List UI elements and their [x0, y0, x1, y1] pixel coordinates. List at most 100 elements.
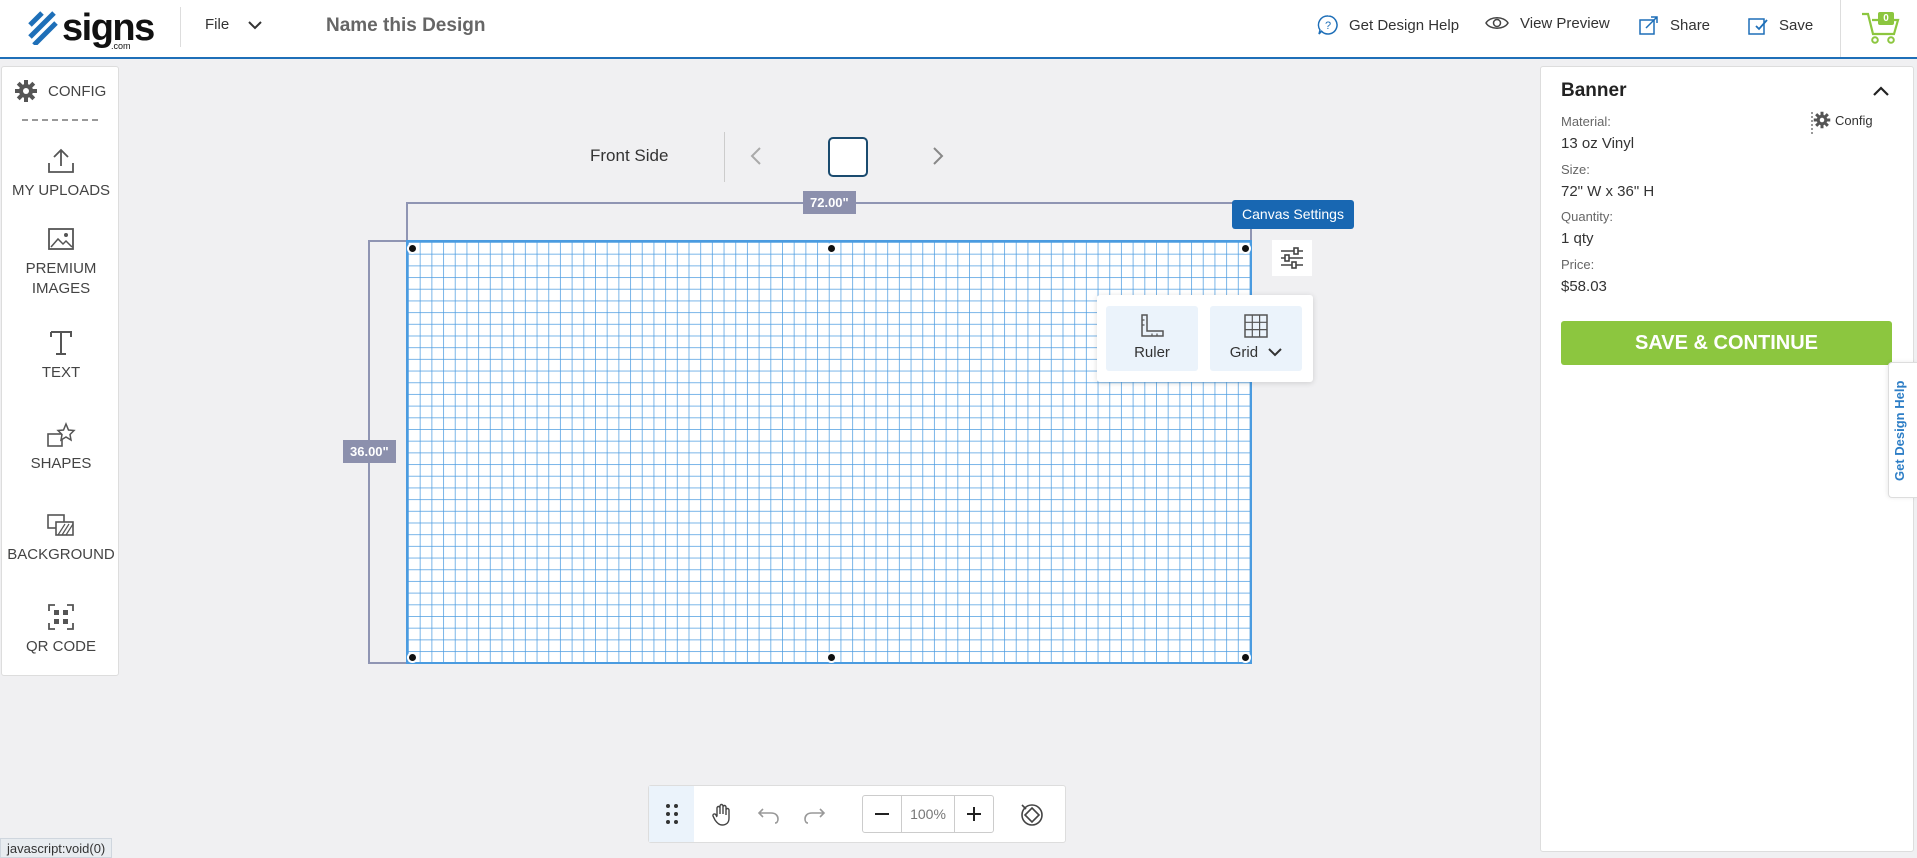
get-design-help-tab[interactable]: Get Design Help [1888, 362, 1917, 498]
redo-icon [804, 808, 826, 824]
save-and-continue-button[interactable]: SAVE & CONTINUE [1561, 321, 1892, 365]
sidebar-divider [22, 119, 98, 121]
height-dimension-tick [368, 662, 406, 664]
shapes-icon [47, 422, 76, 447]
sidebar-item-my-uploads[interactable]: MY UPLOADS [2, 147, 120, 201]
side-divider [724, 132, 725, 182]
product-panel: Banner Config Material: 13 oz Vinyl Size… [1540, 66, 1914, 852]
signs-logo-mark-icon [28, 11, 58, 45]
chevron-left-icon [750, 147, 761, 165]
gear-icon [15, 80, 37, 102]
file-menu[interactable]: File [205, 16, 263, 33]
cart-button[interactable]: 0 [1860, 8, 1902, 46]
pan-tool-button[interactable] [707, 800, 737, 830]
background-icon [47, 514, 74, 536]
eye-icon [1485, 17, 1509, 29]
grommet-marker [409, 654, 416, 661]
grommet-marker [828, 245, 835, 252]
chevron-down-icon [248, 20, 262, 29]
sidebar-item-label: TEXT [41, 364, 81, 381]
sidebar-item-premium-images[interactable]: PREMIUM IMAGES [2, 227, 120, 299]
share-label: Share [1670, 16, 1711, 34]
grid-icon [1244, 314, 1268, 338]
canvas-settings-popup: Ruler Grid [1097, 295, 1313, 382]
canvas-settings-button[interactable]: Canvas Settings [1232, 200, 1354, 229]
image-icon [48, 228, 74, 250]
help-icon: ? [1317, 15, 1338, 35]
grid-label: Grid [1229, 344, 1259, 361]
sidebar-item-qr-code[interactable]: QR CODE [2, 603, 120, 657]
canvas-settings-toggle[interactable] [1272, 240, 1312, 276]
undo-button[interactable] [754, 800, 784, 830]
ruler-icon [1141, 314, 1164, 337]
grommet-marker [828, 654, 835, 661]
product-title: Banner [1561, 80, 1627, 101]
grommet-marker [409, 245, 416, 252]
material-value: 13 oz Vinyl [1561, 135, 1635, 152]
zoom-in-button[interactable] [955, 796, 993, 832]
drag-handle[interactable] [649, 786, 694, 842]
grommet-marker [1242, 245, 1249, 252]
top-header: signs .com File Name this Design ? Get D… [0, 0, 1917, 59]
plus-icon [967, 807, 981, 821]
sidebar-item-label: BACKGROUND [7, 546, 115, 563]
material-label: Material: [1561, 114, 1611, 129]
view-preview-button[interactable]: View Preview [1484, 14, 1610, 32]
get-design-help-button[interactable]: ? Get Design Help [1317, 14, 1459, 36]
chevron-right-icon [933, 147, 944, 165]
width-dimension-label: 72.00" [803, 191, 856, 214]
previous-side-button[interactable] [744, 142, 768, 170]
redo-button[interactable] [799, 800, 829, 830]
size-value: 72" W x 36" H [1561, 183, 1655, 200]
view-preview-label: View Preview [1520, 14, 1610, 32]
signs-logo[interactable]: signs .com [28, 7, 155, 51]
left-toolbar: CONFIG MY UPLOADS PREMIUM IMAGES TEXT SH… [1, 66, 119, 676]
zoom-level: 100% [901, 796, 955, 832]
undo-icon [757, 808, 779, 824]
status-bar: javascript:void(0) [0, 838, 113, 858]
sidebar-item-label: PREMIUM IMAGES [25, 260, 97, 297]
ruler-toggle[interactable]: Ruler [1106, 306, 1198, 371]
next-side-button[interactable] [926, 142, 950, 170]
hand-icon [712, 803, 730, 826]
header-divider [1840, 0, 1841, 57]
quantity-value: 1 qty [1561, 230, 1594, 247]
collapse-panel-button[interactable] [1869, 81, 1893, 101]
sliders-icon [1281, 247, 1303, 269]
save-button[interactable]: Save [1747, 14, 1813, 36]
chevron-up-icon [1873, 86, 1889, 96]
upload-icon [48, 148, 74, 173]
reset-view-button[interactable] [1017, 800, 1047, 830]
help-tab-label: Get Design Help [1892, 380, 1907, 481]
product-config-label: Config [1835, 112, 1873, 128]
save-icon [1748, 18, 1768, 35]
sidebar-item-shapes[interactable]: SHAPES [2, 422, 120, 474]
sidebar-item-label: SHAPES [30, 455, 92, 472]
side-label: Front Side [590, 146, 669, 165]
file-menu-label: File [205, 16, 230, 33]
zoom-out-button[interactable] [863, 796, 901, 832]
ruler-label: Ruler [1134, 344, 1170, 361]
grommet-marker [1242, 654, 1249, 661]
front-side-thumbnail[interactable] [828, 137, 868, 177]
cart-count-badge: 0 [1878, 12, 1894, 25]
sidebar-item-text[interactable]: TEXT [2, 329, 120, 383]
sidebar-item-background[interactable]: BACKGROUND [2, 513, 120, 565]
sidebar-config-button[interactable]: CONFIG [14, 79, 106, 103]
share-button[interactable]: Share [1638, 14, 1710, 36]
grid-dropdown[interactable]: Grid [1210, 306, 1302, 371]
drag-dots-icon [665, 804, 678, 824]
save-label: Save [1779, 16, 1814, 34]
header-divider [180, 7, 181, 47]
height-dimension-label: 36.00" [343, 440, 396, 463]
brand-name: signs [62, 7, 155, 49]
fit-to-screen-icon [1021, 804, 1043, 826]
bottom-toolbar: 100% [648, 785, 1066, 843]
get-design-help-label: Get Design Help [1349, 16, 1460, 34]
product-config-button[interactable]: Config [1813, 111, 1873, 129]
price-label: Price: [1561, 257, 1595, 272]
width-dimension-tick [406, 202, 408, 240]
design-name[interactable]: Name this Design [326, 15, 485, 37]
height-dimension-tick [368, 240, 406, 242]
sidebar-config-label: CONFIG [48, 82, 107, 100]
